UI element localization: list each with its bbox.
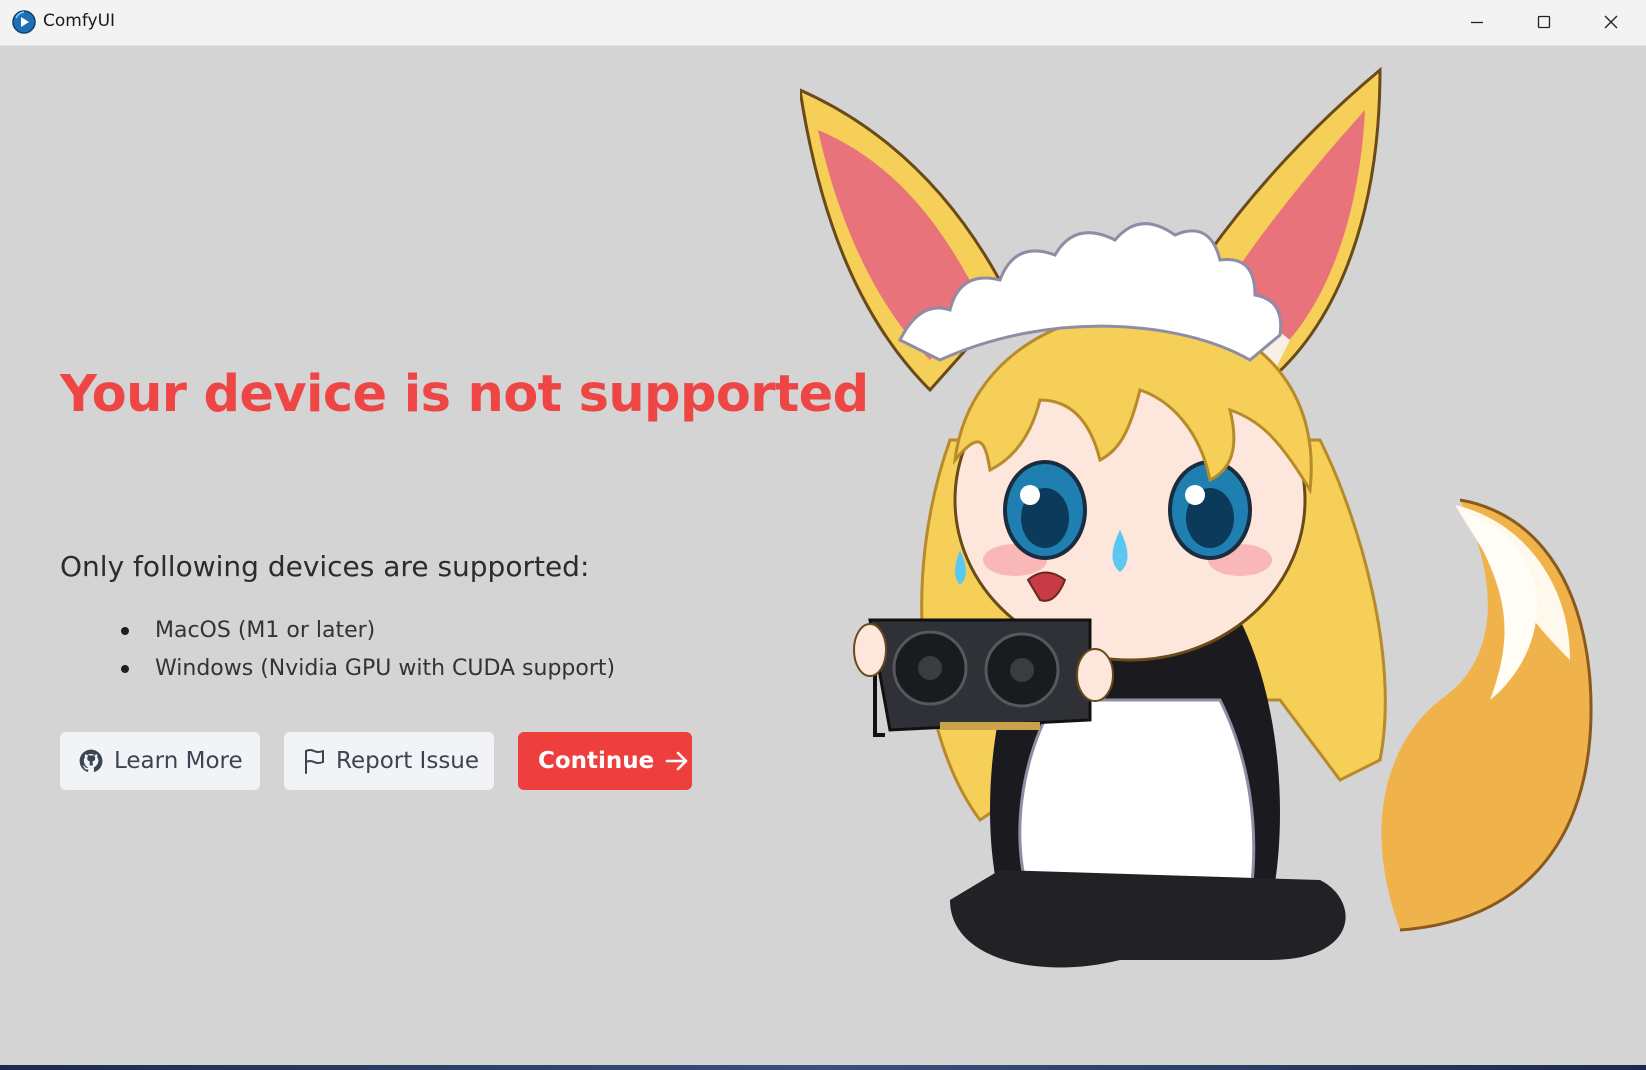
fox-tail: [1381, 498, 1593, 932]
title-bar: ComfyUI: [0, 0, 1646, 46]
minimize-button[interactable]: [1444, 0, 1510, 44]
taskbar-edge: [0, 1065, 1646, 1070]
arrow-right-icon: [664, 748, 690, 774]
flag-icon: [302, 748, 326, 774]
supported-devices-heading: Only following devices are supported:: [60, 550, 590, 583]
hand-right: [1076, 648, 1114, 702]
device-windows: Windows (Nvidia GPU with CUDA support): [155, 656, 616, 681]
app-window: ComfyUI Your device is not supported Onl…: [0, 0, 1646, 1065]
maximize-button[interactable]: [1511, 0, 1577, 44]
report-issue-button[interactable]: Report Issue: [284, 732, 494, 790]
page-title: Your device is not supported: [60, 365, 869, 424]
close-icon: [1603, 14, 1619, 30]
continue-label: Continue: [538, 748, 655, 774]
list-item: MacOS (M1 or later): [115, 612, 615, 650]
hand-left: [853, 623, 887, 677]
supported-devices-list: MacOS (M1 or later) Windows (Nvidia GPU …: [115, 612, 615, 688]
learn-more-button[interactable]: Learn More: [60, 732, 260, 790]
bullet-icon: [121, 627, 129, 635]
device-macos: MacOS (M1 or later): [155, 618, 376, 643]
github-icon: [78, 748, 104, 774]
window-title: ComfyUI: [43, 11, 116, 31]
list-item: Windows (Nvidia GPU with CUDA support): [115, 650, 615, 688]
minimize-icon: [1469, 14, 1485, 30]
gpu-card: [868, 618, 1092, 737]
crying-fox-maid-illustration: [800, 66, 1593, 968]
close-button[interactable]: [1578, 0, 1644, 44]
legs: [950, 870, 1346, 968]
report-issue-label: Report Issue: [336, 748, 480, 774]
bullet-icon: [121, 665, 129, 673]
continue-button[interactable]: Continue: [518, 732, 692, 790]
learn-more-label: Learn More: [114, 748, 243, 774]
maximize-icon: [1536, 14, 1552, 30]
comfyui-logo-icon: [12, 10, 36, 34]
